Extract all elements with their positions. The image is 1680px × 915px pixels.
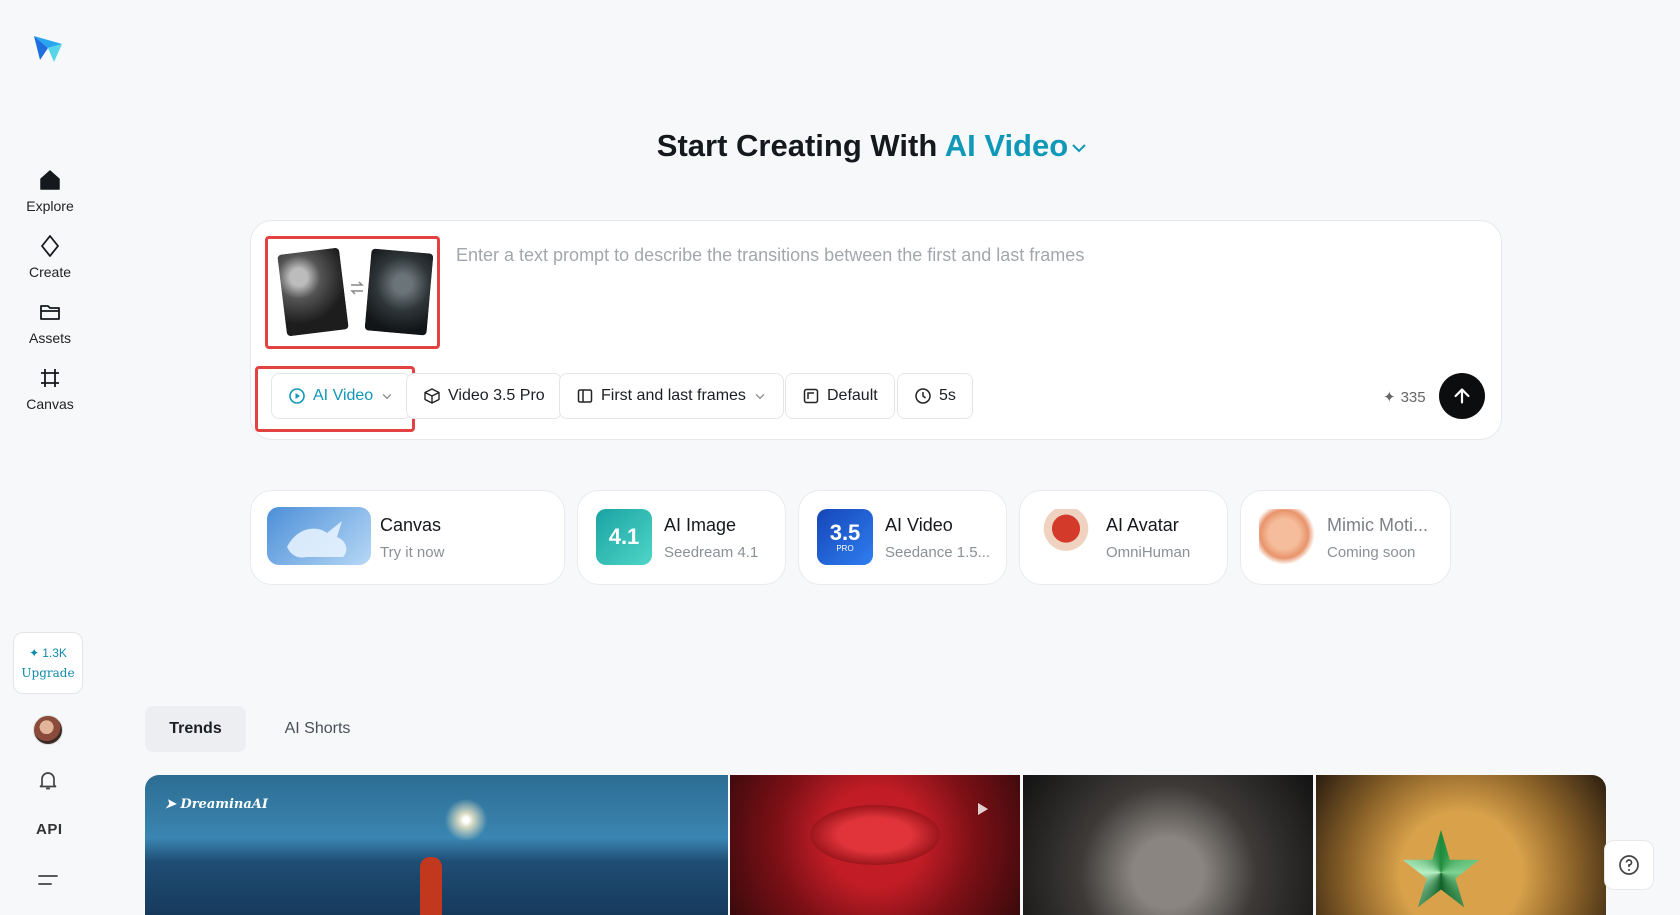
sidebar-item-label: Create [28,264,72,280]
pegasus-thumbnail [267,507,371,565]
pegasus-icon [287,521,347,558]
chevron-down-icon [1072,144,1086,153]
page-title: Start Creating With AI Video [0,128,1680,164]
aspect-ratio-selector[interactable]: Default [785,373,895,419]
tool-subtitle: Coming soon [1327,544,1416,561]
frames-icon [577,389,593,403]
tool-name: Canvas [380,515,442,535]
credits-upgrade-box[interactable]: ✦ 1.3K Upgrade [13,632,83,694]
first-frame-thumbnail[interactable] [277,247,349,337]
swap-icon[interactable] [348,279,366,297]
bell-icon[interactable] [36,768,60,792]
tool-name: AI Image [664,515,737,535]
gallery-item[interactable] [1023,775,1313,915]
avatar[interactable] [33,715,63,745]
mode-dropdown[interactable]: AI Video [271,373,412,419]
model-selector[interactable]: Video 3.5 Pro [406,373,562,419]
tool-name: AI Video [885,515,953,535]
seedance-badge: 3.5 PRO [817,509,873,565]
generate-button[interactable] [1439,373,1485,419]
tool-card-ai-avatar[interactable]: AI Avatar OmniHuman [1019,490,1228,585]
tool-name: Mimic Moti... [1327,515,1428,535]
credits-count: ✦ 1.3K [29,646,67,660]
tool-name: AI Avatar [1106,515,1179,535]
generation-controls: AI Video Video 3.5 Pro First and last fr… [255,366,1495,434]
prompt-card: AI Video Video 3.5 Pro First and last fr… [250,220,1502,440]
play-icon [978,803,988,815]
sidebar-item-label: Explore [26,198,74,214]
tool-subtitle: Try it now [380,544,445,561]
tool-card-canvas[interactable]: Canvas Try it now [250,490,565,585]
ratio-icon [803,388,819,404]
tab-trends[interactable]: Trends [145,706,246,752]
sidebar-item-label: Canvas [26,396,74,412]
home-icon [40,170,60,190]
sidebar-item-create[interactable]: Create [0,234,100,280]
gallery-item[interactable]: ➤ DreaminaAI [145,775,728,915]
tool-card-ai-video[interactable]: 3.5 PRO AI Video Seedance 1.5... [798,490,1007,585]
last-frame-thumbnail[interactable] [364,248,434,336]
ribbon-bow [810,805,940,865]
prompt-input[interactable] [456,245,1456,266]
tool-subtitle: OmniHuman [1106,544,1191,561]
mode-selector-title[interactable]: AI Video [945,128,1088,163]
cube-icon [424,388,440,404]
credit-cost: ✦ 335 [1383,388,1426,407]
dreamina-logo-icon[interactable] [30,30,66,66]
video-play-icon [289,388,305,404]
tab-ai-shorts[interactable]: AI Shorts [270,706,365,752]
chevron-down-icon [755,394,765,400]
mimic-thumbnail [1259,509,1315,565]
help-icon [1619,855,1639,875]
tool-subtitle: Seedance 1.5... [885,544,991,561]
figure [420,857,442,915]
first-last-frames-upload[interactable] [265,236,440,349]
menu-icon[interactable] [37,872,59,888]
avatar-thumbnail [1038,509,1094,565]
tool-card-mimic-motion[interactable]: Mimic Moti... Coming soon [1240,490,1451,585]
frames-mode-dropdown[interactable]: First and last frames [559,373,784,419]
clock-icon [915,388,931,404]
star-balloon [1402,830,1480,908]
seedream-badge: 4.1 [596,509,652,565]
crop-grid-icon [41,369,59,387]
arrow-up-icon [1454,388,1470,404]
gallery-item[interactable] [1316,775,1606,915]
sidebar-item-explore[interactable]: Explore [0,168,100,214]
watermark: ➤ DreaminaAI [165,797,268,812]
duration-selector[interactable]: 5s [897,373,973,419]
sparkle-diamond-icon [41,235,59,257]
help-button[interactable] [1604,840,1654,890]
tool-card-ai-image[interactable]: 4.1 AI Image Seedream 4.1 [577,490,786,585]
chevron-down-icon [382,394,392,400]
sidebar-item-label: Assets [28,330,71,346]
api-link[interactable]: API [36,821,63,838]
sidebar-item-canvas[interactable]: Canvas [0,366,100,412]
gallery-item[interactable] [730,775,1020,915]
star-glow [441,795,491,845]
sparkle-icon: ✦ [29,646,40,660]
sparkle-icon: ✦ [1383,389,1396,406]
folder-icon [40,305,60,320]
tool-subtitle: Seedream 4.1 [664,544,759,561]
upgrade-link[interactable]: Upgrade [21,666,74,680]
sidebar-item-assets[interactable]: Assets [0,300,100,346]
